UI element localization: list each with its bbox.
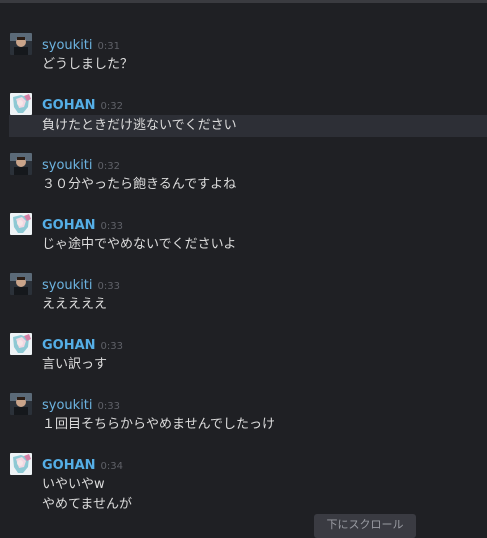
avatar-gohan[interactable]: [10, 213, 32, 235]
message-text: いやいやw: [42, 477, 105, 492]
message-text: どうしました？: [42, 57, 134, 72]
timestamp: 0:33: [100, 341, 124, 352]
author-name[interactable]: syoukiti: [42, 278, 93, 293]
scroll-down-button[interactable]: 下にスクロール: [314, 514, 416, 538]
avatar-gohan[interactable]: [10, 333, 32, 355]
author-name[interactable]: syoukiti: [42, 38, 93, 53]
avatar-gohan[interactable]: [10, 453, 32, 475]
scroll-down-label: 下にスクロール: [326, 518, 404, 531]
avatar-syoukiti[interactable]: [10, 393, 32, 415]
avatar-syoukiti[interactable]: [10, 33, 32, 55]
author-name[interactable]: GOHAN: [42, 458, 96, 473]
timestamp: 0:31: [97, 41, 120, 52]
author-name[interactable]: syoukiti: [42, 158, 93, 173]
timestamp: 0:32: [100, 101, 124, 112]
message-text: 負けたときだけ逃ないでください: [42, 118, 237, 133]
timestamp: 0:33: [97, 281, 120, 292]
timestamp: 0:34: [100, 461, 124, 472]
message-text: やめてませんが: [42, 497, 132, 512]
timestamp: 0:32: [97, 161, 120, 172]
message-text: ３０分やったら飽きるんですよね: [42, 177, 237, 192]
avatar-syoukiti[interactable]: [10, 273, 32, 295]
author-name[interactable]: GOHAN: [42, 218, 96, 233]
message-text: 言い訳っす: [42, 357, 108, 372]
author-name[interactable]: syoukiti: [42, 398, 93, 413]
chat-log[interactable]: syoukiti 0:31 どうしました？ GOHAN 0:32 負けたときだけ逃な…: [0, 0, 487, 526]
message-text: １回目そちらからやめませんでしたっけ: [42, 417, 275, 432]
message-text: じゃ途中でやめないでくださいよ: [42, 237, 237, 252]
avatar-gohan[interactable]: [10, 93, 32, 115]
message-text: えええええ: [42, 297, 108, 312]
author-name[interactable]: GOHAN: [42, 98, 96, 113]
avatar-syoukiti[interactable]: [10, 153, 32, 175]
timestamp: 0:33: [100, 221, 124, 232]
author-name[interactable]: GOHAN: [42, 338, 96, 353]
timestamp: 0:33: [97, 401, 120, 412]
